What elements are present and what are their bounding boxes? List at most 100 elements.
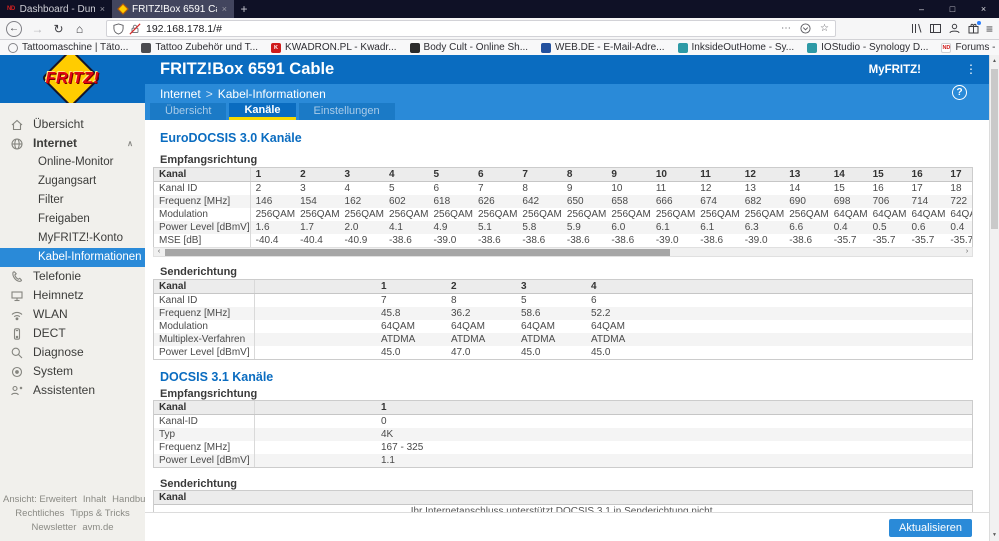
sidebar-item-uebersicht[interactable]: Übersicht [0, 115, 145, 134]
value-cell: 0.6 [906, 221, 946, 234]
footer-link[interactable]: avm.de [82, 522, 113, 533]
help-icon[interactable]: ? [952, 85, 967, 100]
tracking-shield-icon[interactable] [113, 22, 124, 35]
value-cell: 256QAM [695, 208, 740, 221]
bookmark-item[interactable]: Tattoo Zubehör und T... [141, 42, 258, 53]
horizontal-scrollbar[interactable]: ‹ › [153, 247, 973, 257]
back-button[interactable]: ← [6, 20, 22, 37]
sidebar-subitem-online-monitor[interactable]: Online-Monitor [0, 153, 145, 172]
browser-tab-fritzbox[interactable]: FRITZ!Box 6591 Cable × [112, 0, 234, 18]
bookmark-item[interactable]: Tattoomaschine | Täto... [8, 42, 128, 53]
bookmark-item[interactable]: K KWADRON.PL - Kwadr... [271, 42, 397, 53]
bookmark-item[interactable]: IOStudio - Synology D... [807, 42, 928, 53]
value-cell: 6.0 [606, 221, 651, 234]
minimize-button[interactable]: – [906, 0, 937, 18]
sidebar-item-system[interactable]: System [0, 362, 145, 381]
sidebar-item-wlan[interactable]: WLAN [0, 305, 145, 324]
sidebar-subitem-freigaben[interactable]: Freigaben [0, 210, 145, 229]
sidebars-icon[interactable] [929, 22, 942, 35]
bookmark-favicon-icon [141, 42, 152, 53]
forward-button[interactable]: → [27, 22, 48, 36]
table-row: Power Level [dBmV] 45.0 47.0 45.0 45.0 [154, 346, 972, 359]
value-cell: 602 [384, 195, 429, 208]
sidebar-item-heimnetz[interactable]: Heimnetz [0, 286, 145, 305]
sidebar-item-diagnose[interactable]: Diagnose [0, 343, 145, 362]
bookmark-item[interactable]: WEB.DE - E-Mail-Adre... [541, 42, 665, 53]
url-text[interactable]: 192.168.178.1/# [146, 23, 222, 35]
value-cell: 6.3 [739, 221, 785, 234]
sidebar-subitem-myfritz-konto[interactable]: MyFRITZ!-Konto [0, 229, 145, 248]
pocket-icon[interactable] [800, 23, 811, 34]
value-cell: -38.6 [384, 234, 429, 247]
scrollbar-thumb[interactable] [165, 248, 670, 256]
bookmark-item[interactable]: Body Cult - Online Sh... [409, 42, 528, 53]
bookmark-item[interactable]: NDForums - Netduma Fo... [941, 42, 999, 53]
scroll-right-icon[interactable]: › [962, 248, 972, 256]
sidebar-item-telefonie[interactable]: Telefonie [0, 267, 145, 286]
value-cell: 5 [516, 293, 586, 307]
breadcrumb-section[interactable]: Internet [160, 87, 201, 101]
bookmark-star-icon[interactable]: ☆ [820, 23, 829, 34]
bookmark-label: WEB.DE - E-Mail-Adre... [555, 42, 665, 53]
aktualisieren-button[interactable]: Aktualisieren [889, 519, 972, 537]
page-actions-icon[interactable]: ⋯ [781, 23, 791, 34]
bookmark-favicon-icon [807, 42, 818, 53]
tab-close-icon[interactable]: × [222, 4, 227, 14]
maximize-button[interactable]: □ [937, 0, 968, 18]
sidebar-subitem-kabel-informationen[interactable]: Kabel-Informationen [0, 248, 145, 267]
library-icon[interactable] [910, 22, 923, 35]
scroll-up-icon[interactable]: ▲ [990, 55, 999, 67]
value-cell: 4 [339, 181, 385, 195]
reload-button[interactable]: ↻ [48, 22, 69, 36]
value-cell: 6.1 [695, 221, 740, 234]
value-cell: 64QAM [376, 320, 446, 333]
phone-icon [12, 271, 23, 282]
value-cell: 8 [561, 168, 607, 182]
value-cell: 16 [867, 181, 907, 195]
sidebar-item-assistenten[interactable]: Assistenten [0, 381, 145, 400]
kebab-menu-icon[interactable]: ⋮ [965, 62, 977, 76]
new-tab-button[interactable]: + [234, 0, 254, 18]
close-button[interactable]: × [968, 0, 999, 18]
value-cell: -38.6 [695, 234, 740, 247]
tab-kanaele[interactable]: Kanäle [229, 103, 296, 120]
bookmark-item[interactable]: InksideOutHome - Sy... [677, 42, 794, 53]
myfritz-link[interactable]: MyFRITZ! [869, 64, 921, 76]
value-cell: 3 [516, 280, 586, 294]
insecure-lock-icon[interactable] [129, 22, 141, 35]
home-button[interactable]: ⌂ [69, 22, 90, 36]
vertical-scrollbar[interactable]: ▲ ▼ [989, 55, 999, 541]
footer-link[interactable]: Rechtliches [15, 508, 64, 519]
table-row: Kanal 1 [154, 401, 972, 415]
sidebar-item-dect[interactable]: DECT [0, 324, 145, 343]
tab-einstellungen[interactable]: Einstellungen [298, 103, 395, 120]
value-cell: 64QAM [446, 320, 516, 333]
sidebar-footer-links: Ansicht: Erweitert Inhalt Handbuch Rechtlic… [0, 493, 155, 535]
sidebar-subitem-filter[interactable]: Filter [0, 191, 145, 210]
url-bar[interactable]: 192.168.178.1/# ⋯ ☆ [106, 20, 836, 37]
sidebar-subitem-zugangsart[interactable]: Zugangsart [0, 172, 145, 191]
footer-link[interactable]: Newsletter [31, 522, 76, 533]
scroll-left-icon[interactable]: ‹ [154, 248, 164, 256]
value-cell: 256QAM [250, 208, 296, 221]
value-cell: 4 [586, 280, 656, 294]
fritz-logo[interactable]: FRITZ! [0, 55, 145, 103]
value-cell: 6.6 [784, 221, 829, 234]
scroll-down-icon[interactable]: ▼ [990, 529, 999, 541]
value-cell: 5.8 [517, 221, 562, 234]
menu-icon[interactable]: ≡ [986, 22, 993, 36]
value-cell: 11 [695, 168, 740, 182]
row-label: Multiplex-Verfahren [154, 333, 255, 346]
tab-close-icon[interactable]: × [100, 4, 105, 14]
scrollbar-thumb[interactable] [991, 69, 998, 229]
footer-link[interactable]: Inhalt [83, 494, 106, 505]
tab-uebersicht[interactable]: Übersicht [150, 103, 227, 120]
footer-link[interactable]: Tipps & Tricks [70, 508, 129, 519]
browser-tab-dumaos[interactable]: ND Dashboard - DumaOS × [0, 0, 112, 18]
value-cell: 7 [517, 168, 562, 182]
value-cell: 674 [695, 195, 740, 208]
value-cell: 64QAM [867, 208, 907, 221]
sidebar-item-internet[interactable]: Internet ∧ [0, 134, 145, 153]
account-icon[interactable] [948, 22, 961, 35]
footer-link[interactable]: Ansicht: Erweitert [3, 494, 77, 505]
